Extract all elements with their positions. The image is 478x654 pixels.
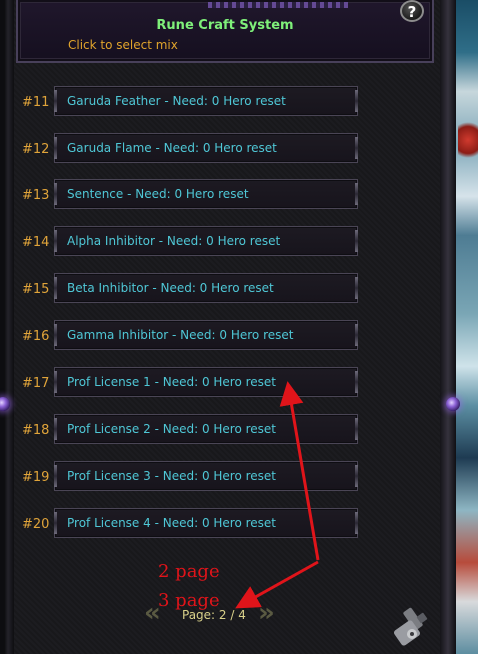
annotation-arrows	[235, 381, 320, 609]
double-chevron-left-icon[interactable]: «	[144, 600, 174, 626]
double-chevron-right-icon[interactable]: »	[258, 600, 288, 626]
annotation-text: 2 page	[158, 561, 220, 582]
annotation-arrow	[279, 381, 320, 561]
annotation-arrow	[235, 560, 319, 609]
page-indicator: Page: 2 / 4	[182, 608, 246, 622]
wrench-tool-icon[interactable]	[392, 604, 436, 648]
